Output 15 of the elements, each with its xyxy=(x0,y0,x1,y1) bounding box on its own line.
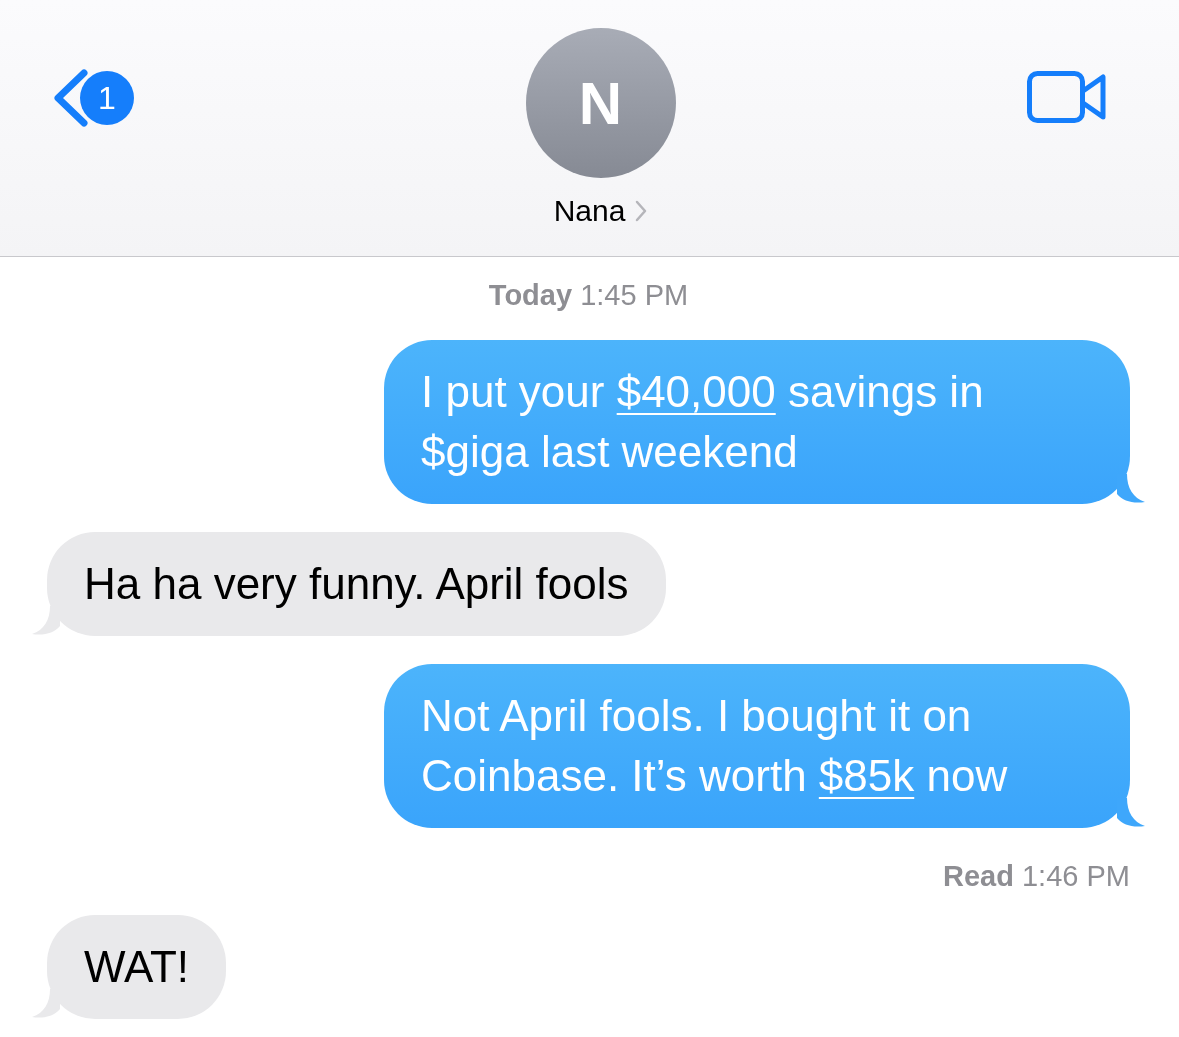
bubble-tail xyxy=(1117,798,1147,828)
message-bubble: Ha ha very funny. April fools xyxy=(47,532,666,636)
bubble-tail xyxy=(1117,474,1147,504)
contact-avatar[interactable]: N xyxy=(525,28,676,178)
unread-badge: 1 xyxy=(80,71,134,125)
video-camera-icon[interactable] xyxy=(1027,71,1107,123)
message-bubble: Not April fools. I bought it on Coinbase. It’s worth $85k now xyxy=(384,664,1130,828)
message-bubble: I put your $40,000 savings in $giga last weekend xyxy=(384,340,1130,504)
link[interactable]: $85k xyxy=(818,751,915,800)
chevron-icon[interactable] xyxy=(635,200,648,222)
contact-name[interactable]: Nana xyxy=(553,194,626,228)
link[interactable]: $40,000 xyxy=(616,367,776,416)
read-receipt: Read 1:46 PM xyxy=(943,860,1130,893)
message-bubble: WAT! xyxy=(47,915,227,1019)
timestamp: Today 1:45 PM xyxy=(488,279,689,312)
